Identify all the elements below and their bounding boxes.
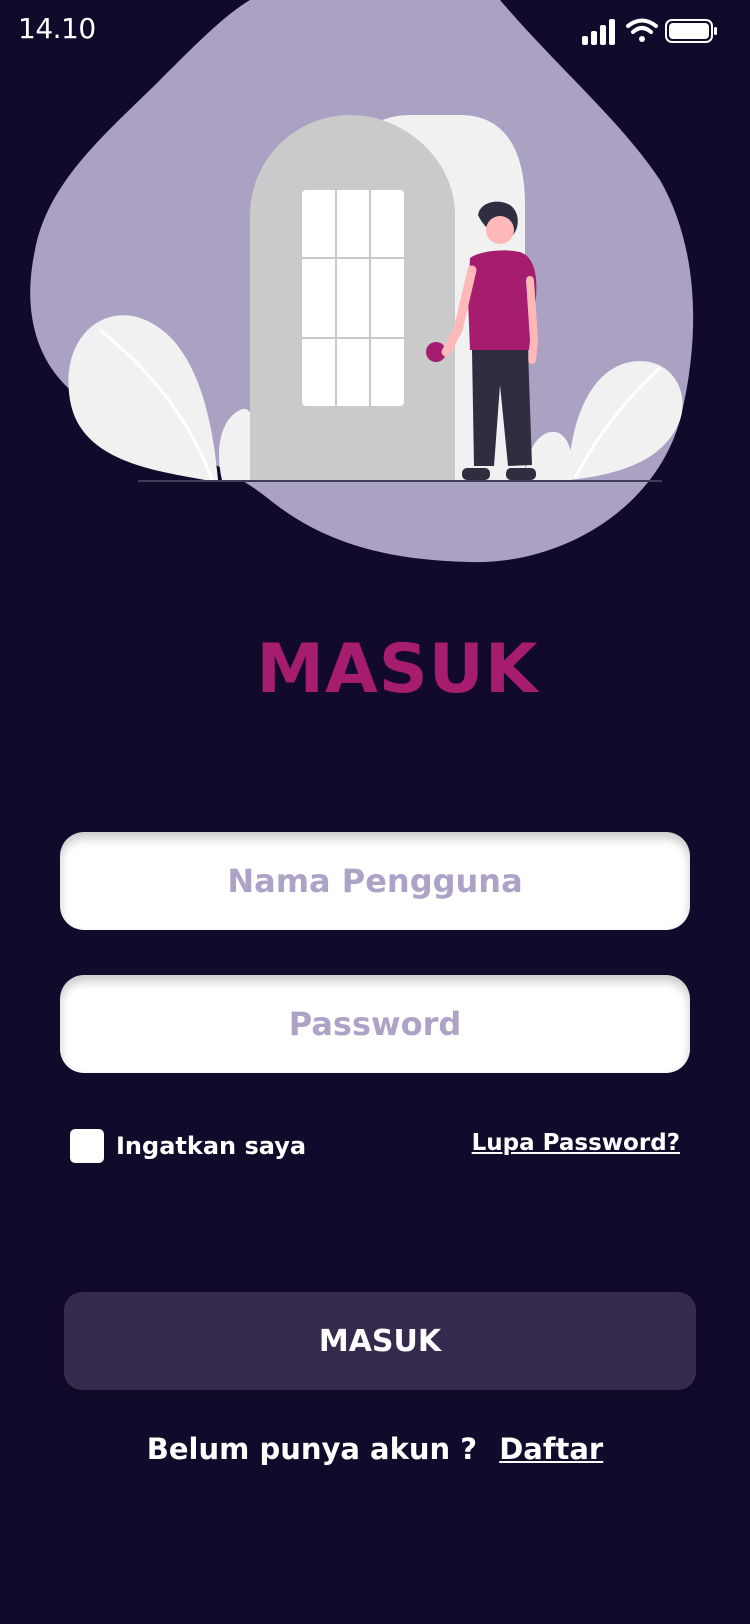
password-input[interactable] <box>60 975 690 1073</box>
door-and-person-illustration <box>30 0 694 563</box>
register-prompt-text: Belum punya akun ? <box>146 1432 478 1466</box>
login-button[interactable]: MASUK <box>64 1292 696 1390</box>
forgot-password-link[interactable]: Lupa Password? <box>472 1130 680 1156</box>
remember-me-checkbox[interactable] <box>70 1129 104 1163</box>
register-prompt-row: Belum punya akun ? Daftar <box>0 1432 750 1466</box>
page-title: MASUK <box>256 630 539 709</box>
remember-me-label: Ingatkan saya <box>116 1132 307 1160</box>
register-link[interactable]: Daftar <box>499 1432 603 1466</box>
remember-me-option[interactable]: Ingatkan saya <box>70 1128 306 1164</box>
username-input[interactable] <box>60 832 690 930</box>
